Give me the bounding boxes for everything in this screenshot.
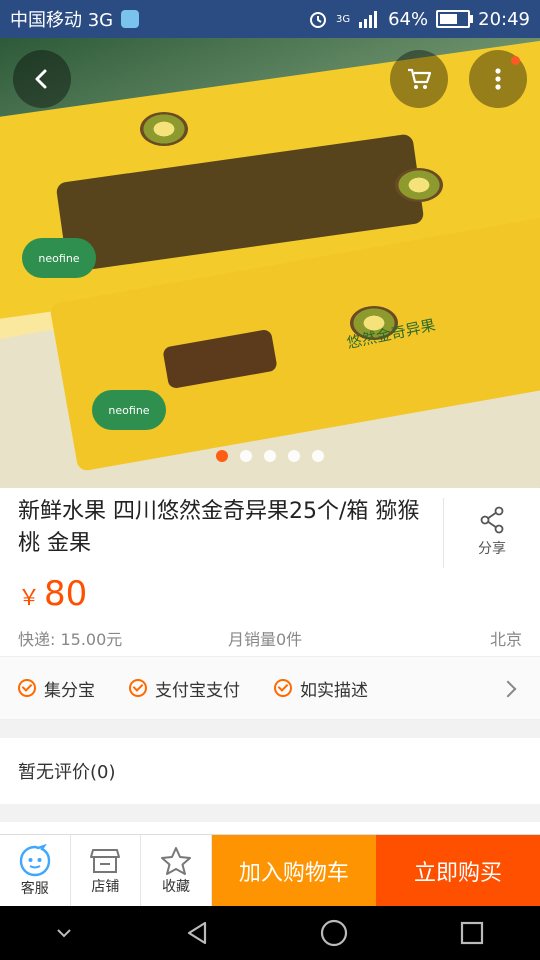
carousel-indicators [0,450,540,462]
brand-logo: neofine [22,238,96,278]
shop-label: 店铺 [91,879,120,895]
product-info: 新鲜水果 四川悠然金奇异果25个/箱 猕猴桃 金果 分享 ￥ 80 快递: 15… [0,488,540,656]
chevron-right-icon [499,680,517,698]
check-icon [129,679,147,697]
shop-icon [90,849,121,873]
reviews-label: 暂无评价(0) [18,762,116,783]
product-image-carousel[interactable]: neofine neofine 悠然金奇异果 [0,38,540,488]
service-label: 如实描述 [300,680,368,701]
service-guarantees[interactable]: 集分宝 支付宝支付 如实描述 [0,656,540,720]
more-button[interactable] [469,50,527,108]
content-continues [0,822,540,834]
share-icon [480,506,504,534]
service-item: 集分宝 [18,676,95,701]
notification-icon [121,10,140,28]
alarm-icon [309,12,326,28]
system-nav-bar [0,906,540,960]
cart-button[interactable] [390,50,448,108]
service-item: 如实描述 [274,676,368,701]
customer-service-label: 客服 [20,881,49,897]
reviews-section[interactable]: 暂无评价(0) [0,738,540,804]
home-circle-icon[interactable] [319,918,349,948]
price-value: 80 [44,574,88,614]
shipping-fee: 快递: 15.00元 [18,630,123,649]
service-item: 支付宝支付 [129,676,240,701]
back-icon [35,69,47,89]
recents-square-icon[interactable] [458,919,486,947]
currency-symbol: ￥ [18,586,41,611]
monthly-sales: 月销量0件 [228,630,303,649]
favorite-button[interactable]: 收藏 [141,835,212,907]
clock: 20:49 [478,8,530,30]
carousel-dot [240,450,252,462]
signal-icon [359,11,378,28]
buy-now-button[interactable]: 立即购买 [375,835,540,907]
ship-from-location: 北京 [489,630,522,649]
back-button[interactable] [13,50,71,108]
star-icon [161,847,192,875]
shop-button[interactable]: 店铺 [71,835,142,907]
share-button[interactable]: 分享 [443,498,540,568]
service-icon [19,844,50,877]
notification-dot [511,56,520,65]
favorite-label: 收藏 [162,879,191,895]
customer-service-button[interactable]: 客服 [0,835,71,907]
check-icon [274,679,292,697]
more-icon [495,68,501,90]
kiwi-image [140,112,188,146]
product-title: 新鲜水果 四川悠然金奇异果25个/箱 猕猴桃 金果 [18,499,420,556]
carrier-label: 中国移动 3G [10,10,114,31]
carousel-dot [312,450,324,462]
price: ￥ 80 [18,574,87,614]
brand-logo: neofine [92,390,166,430]
battery-icon [436,10,474,28]
network-type: 3G [335,13,351,25]
cart-icon [408,68,432,89]
carousel-dot [288,450,300,462]
service-label: 集分宝 [44,680,95,701]
battery-percent: 64% [388,8,429,30]
kiwi-image [395,168,443,202]
chevron-down-icon[interactable] [54,926,74,940]
carousel-dot-active [216,450,228,462]
share-label: 分享 [478,541,506,557]
check-icon [18,679,36,697]
back-triangle-icon[interactable] [183,919,211,947]
add-to-cart-button[interactable]: 加入购物车 [211,835,376,907]
bottom-action-bar: 客服 店铺 收藏 加入购物车 立即购买 [0,834,540,907]
status-bar: 中国移动 3G 3G 64% 20:49 [0,0,540,38]
service-label: 支付宝支付 [155,680,240,701]
carousel-dot [264,450,276,462]
